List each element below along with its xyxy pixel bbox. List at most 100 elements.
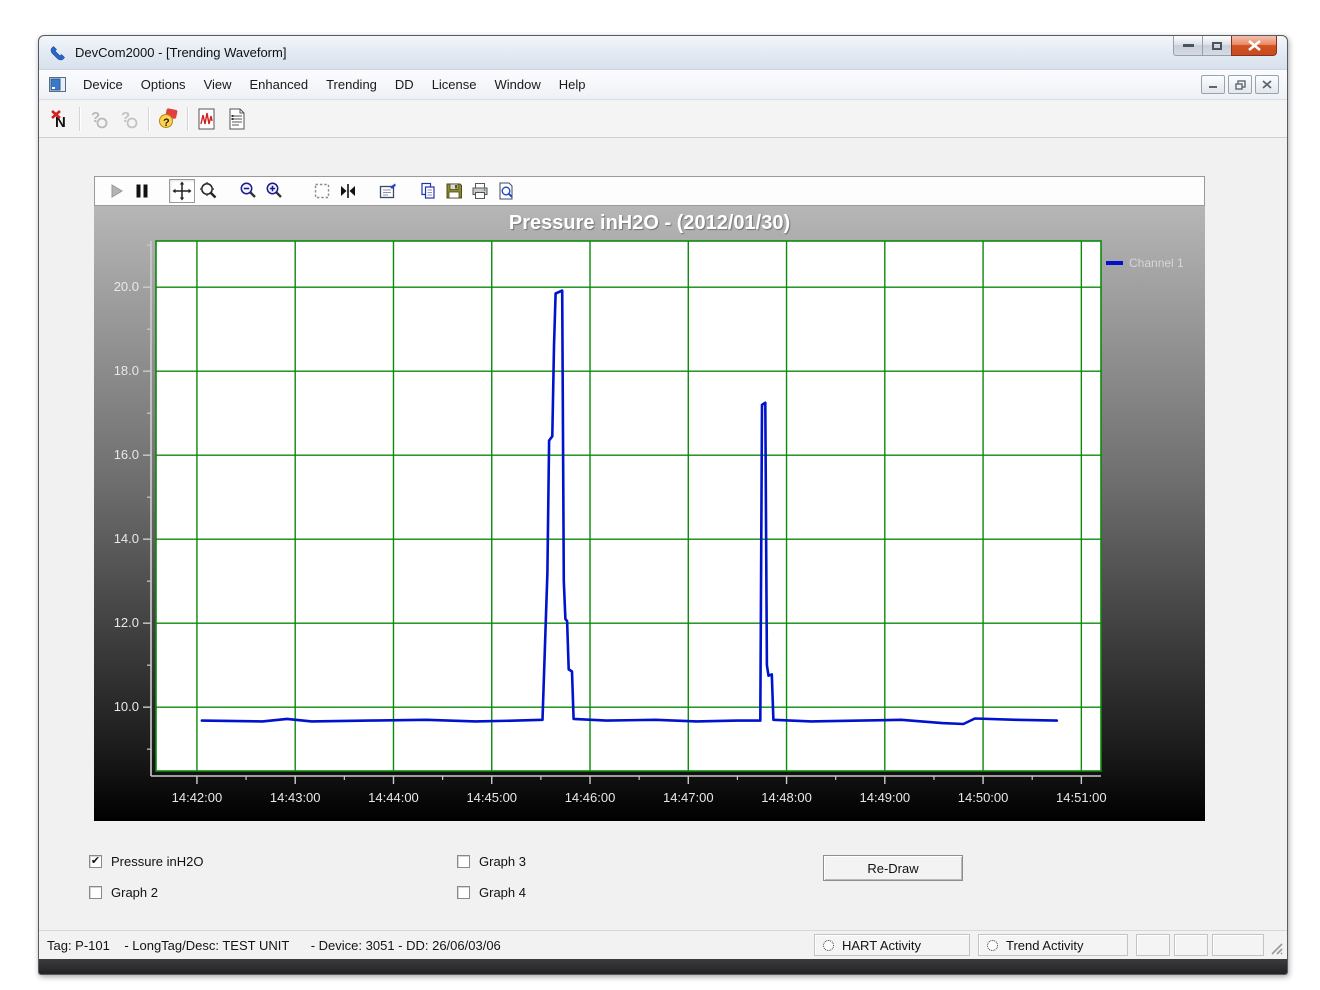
svg-text:14:43:00: 14:43:00 (270, 790, 321, 805)
window-title: DevCom2000 - [Trending Waveform] (75, 45, 286, 60)
chart-toolbar (94, 176, 1205, 206)
properties-button[interactable] (375, 179, 401, 203)
trend-file-button[interactable] (192, 105, 222, 133)
zoom-window-button[interactable] (195, 179, 221, 203)
document-view-button[interactable] (222, 105, 252, 133)
status-panel-empty (1136, 934, 1170, 956)
zoom-in-icon (264, 181, 284, 201)
main-toolbar: N ? ? ? (39, 100, 1287, 138)
toolbar-separator (187, 107, 188, 131)
redraw-button[interactable]: Re-Draw (823, 855, 963, 881)
toolbar-separator (148, 107, 149, 131)
maximize-icon (1212, 42, 1222, 50)
minimize-button[interactable] (1173, 36, 1203, 56)
hart-activity-led (823, 940, 834, 951)
pause-icon (132, 181, 152, 201)
device-help-button[interactable]: ? (153, 105, 183, 133)
menu-dd[interactable]: DD (386, 73, 423, 96)
pan-icon (172, 181, 192, 201)
poll-address-icon: ? (117, 107, 141, 131)
trend-activity-label: Trend Activity (1006, 938, 1084, 953)
graph3-checkbox[interactable] (457, 855, 470, 868)
menu-bar: Device Options View Enhanced Trending DD… (39, 70, 1287, 100)
status-bar: Tag: P-101 - LongTag/Desc: TEST UNIT - D… (39, 930, 1287, 959)
svg-text:14:42:00: 14:42:00 (172, 790, 223, 805)
mdi-close-button[interactable] (1255, 75, 1279, 94)
maximize-button[interactable] (1202, 36, 1232, 56)
menu-enhanced[interactable]: Enhanced (241, 73, 318, 96)
client-area: Pressure inH2O - (2012/01/30) 14:42:0014… (39, 138, 1287, 930)
print-icon (470, 181, 490, 201)
mdi-minimize-button[interactable] (1201, 75, 1225, 94)
svg-text:18.0: 18.0 (114, 363, 139, 378)
channel1-legend-label: Channel 1 (1129, 256, 1184, 270)
close-icon (1248, 40, 1261, 51)
pan-button[interactable] (169, 179, 195, 203)
channel1-legend-swatch (1106, 261, 1123, 265)
mdi-minimize-icon (1208, 80, 1218, 89)
poll-address-button[interactable]: ? (114, 105, 144, 133)
new-device-disconnect-icon: N (48, 107, 72, 131)
svg-text:14:49:00: 14:49:00 (860, 790, 911, 805)
save-button[interactable] (441, 179, 467, 203)
svg-text:14:45:00: 14:45:00 (466, 790, 517, 805)
trend-activity-panel: Trend Activity (978, 934, 1128, 956)
menu-help[interactable]: Help (550, 73, 595, 96)
poll-device-icon: ? (87, 107, 111, 131)
mdi-restore-button[interactable] (1228, 75, 1252, 94)
menu-options[interactable]: Options (132, 73, 195, 96)
cursor-align-button[interactable] (335, 179, 361, 203)
trend-chart-plot[interactable]: 14:42:00 14:43:00 14:44:00 14:45:00 14:46:00… (94, 206, 1205, 821)
mdi-restore-icon (1235, 80, 1246, 90)
trend-activity-led (987, 940, 998, 951)
svg-text:14:51:00: 14:51:00 (1056, 790, 1107, 805)
cursor-align-icon (338, 181, 358, 201)
trend-chart-panel[interactable]: Pressure inH2O - (2012/01/30) 14:42:0014… (94, 206, 1205, 821)
graph1-checkbox-row: Pressure inH2O (89, 854, 203, 869)
menu-license[interactable]: License (423, 73, 486, 96)
device-info-text: Tag: P-101 - LongTag/Desc: TEST UNIT - D… (39, 938, 501, 953)
preview-icon (496, 181, 516, 201)
menu-window[interactable]: Window (486, 73, 550, 96)
device-help-icon: ? (156, 107, 180, 131)
svg-text:14:44:00: 14:44:00 (368, 790, 419, 805)
zoom-out-button[interactable] (235, 179, 261, 203)
zoom-window-icon (198, 181, 218, 201)
pause-button[interactable] (129, 179, 155, 203)
svg-text:?: ? (163, 117, 170, 129)
svg-text:14:46:00: 14:46:00 (565, 790, 616, 805)
play-button[interactable] (103, 179, 129, 203)
menu-device[interactable]: Device (74, 73, 132, 96)
svg-text:?: ? (121, 109, 130, 126)
graph4-checkbox[interactable] (457, 886, 470, 899)
chart-legend: Channel 1 (1106, 256, 1184, 270)
hart-activity-panel: HART Activity (814, 934, 970, 956)
svg-text:16.0: 16.0 (114, 447, 139, 462)
phone-icon (49, 44, 67, 62)
menu-trending[interactable]: Trending (317, 73, 386, 96)
hart-activity-label: HART Activity (842, 938, 921, 953)
zoom-in-button[interactable] (261, 179, 287, 203)
graph3-checkbox-label: Graph 3 (479, 854, 526, 869)
copy-button[interactable] (415, 179, 441, 203)
title-bar[interactable]: DevCom2000 - [Trending Waveform] (39, 36, 1287, 70)
copy-icon (418, 181, 438, 201)
properties-icon (378, 181, 398, 201)
app-window: DevCom2000 - [Trending Waveform] Device … (38, 35, 1288, 975)
mdi-child-icon (49, 77, 66, 92)
resize-grip[interactable] (1270, 942, 1284, 956)
preview-button[interactable] (493, 179, 519, 203)
mdi-close-icon (1262, 80, 1272, 89)
graph2-checkbox[interactable] (89, 886, 102, 899)
print-button[interactable] (467, 179, 493, 203)
svg-text:14:48:00: 14:48:00 (761, 790, 812, 805)
minimize-icon (1183, 44, 1194, 47)
status-panel-empty (1174, 934, 1208, 956)
menu-view[interactable]: View (195, 73, 241, 96)
graph1-checkbox[interactable] (89, 855, 102, 868)
new-device-disconnect-button[interactable]: N (45, 105, 75, 133)
close-button[interactable] (1231, 36, 1277, 56)
graph3-checkbox-row: Graph 3 (457, 854, 526, 869)
poll-device-button[interactable]: ? (84, 105, 114, 133)
select-region-button[interactable] (309, 179, 335, 203)
